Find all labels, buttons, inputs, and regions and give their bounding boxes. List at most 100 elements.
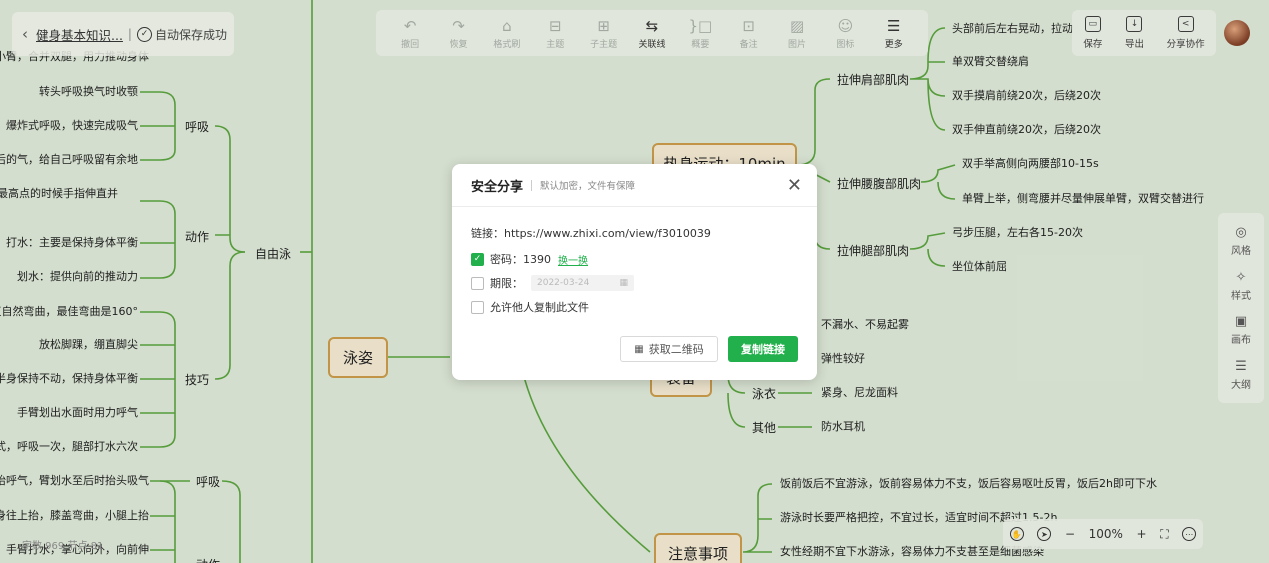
topic-icon: ⊟	[548, 16, 562, 35]
branch-node[interactable]: 拉伸肩部肌肉	[837, 71, 909, 88]
share-button[interactable]: < 分享协作	[1167, 16, 1205, 50]
side-label: 画布	[1231, 335, 1251, 347]
toolbar-label: 子主题	[590, 39, 618, 50]
mindmap-node[interactable]: 坐位体前屈	[952, 260, 1007, 274]
export-button[interactable]: ↓ 导出	[1125, 16, 1144, 50]
mindmap-node[interactable]: 单臂上举，侧弯腰并尽量伸展单臂，双臂交替进行	[962, 192, 1204, 206]
style-theme-button[interactable]: ◎ 风格	[1231, 225, 1251, 257]
format-brush-button[interactable]: ⌂ 格式刷	[485, 17, 529, 50]
style-button[interactable]: ✧ 样式	[1231, 270, 1251, 302]
image-button[interactable]: ▨ 图片	[775, 17, 819, 50]
allow-copy-label: 允许他人复制此文件	[490, 301, 589, 314]
allow-copy-row: 允许他人复制此文件	[471, 299, 589, 315]
emoji-icon: ☺	[837, 16, 854, 35]
avatar[interactable]	[1224, 20, 1250, 46]
toolbar-label: 导出	[1124, 39, 1144, 50]
header-divider	[531, 179, 533, 191]
toolbar-label: 撤回	[401, 39, 420, 50]
get-qrcode-button[interactable]: ▦ 获取二维码	[620, 336, 718, 362]
mindmap-node[interactable]: 后的气，给自己呼吸留有余地	[0, 153, 138, 167]
branch-node[interactable]: 拉伸腰腹部肌肉	[837, 175, 921, 192]
mindmap-node[interactable]: 紧身、尼龙面料	[821, 386, 898, 400]
export-icon: ↓	[1126, 16, 1143, 32]
mindmap-node[interactable]: 弓步压腿，左右各15-20次	[952, 226, 1083, 240]
mindmap-node[interactable]: 双手摸肩前绕20次，后绕20次	[952, 89, 1101, 103]
mindmap-node[interactable]: 划水：提供向前的推动力	[17, 270, 138, 284]
branch-node[interactable]: 其他	[752, 419, 776, 436]
allow-copy-checkbox[interactable]	[471, 300, 484, 314]
swap-password-link[interactable]: 换一换	[558, 252, 588, 267]
chevron-left-icon[interactable]: ‹	[22, 25, 28, 43]
mindmap-node[interactable]: 直自然弯曲，最佳弯曲是160°	[0, 305, 138, 319]
toolbar-label: 备注	[739, 39, 758, 50]
mindmap-node[interactable]: 半身保持不动，保持身体平衡	[0, 372, 138, 386]
hand-icon[interactable]: ✋	[1009, 527, 1024, 541]
mindmap-node[interactable]: 单双臂交替绕肩	[952, 55, 1029, 69]
mindmap-node[interactable]: 弹性较好	[821, 352, 865, 366]
main-toolbar: ↶ 撤回 ↷ 恢复 ⌂ 格式刷 ⊟ 主题 ⊞ 子主题 ⇆ 关联线 }□ 概要 ⊡ 备注 ▨ 图片 …	[376, 10, 928, 56]
topic-notes[interactable]: 注意事项	[654, 533, 742, 563]
summary-icon: }□	[688, 16, 713, 35]
dialog-header: 安全分享 默认加密，文件有保障 ✕	[452, 164, 817, 207]
close-icon[interactable]: ✕	[787, 175, 802, 196]
more-button[interactable]: ☰ 更多	[872, 17, 916, 50]
branch-node-freestyle[interactable]: 自由泳	[255, 245, 291, 262]
topic-button[interactable]: ⊟ 主题	[533, 17, 577, 50]
zoom-in-button[interactable]: +	[1137, 527, 1147, 541]
branch-node[interactable]: 技巧	[185, 371, 209, 388]
canvas-button[interactable]: ▣ 画布	[1231, 314, 1251, 346]
topic-posture[interactable]: 泳姿	[328, 337, 388, 378]
share-dialog: 安全分享 默认加密，文件有保障 ✕ 链接：https://www.zhixi.c…	[452, 164, 817, 380]
toolbar-label: 图片	[788, 39, 807, 50]
branch-node[interactable]: 呼吸	[196, 473, 220, 490]
mindmap-node[interactable]: 防水耳机	[821, 420, 865, 434]
mindmap-node[interactable]: 手臂划出水面时用力呼气	[17, 406, 138, 420]
branch-node[interactable]: 呼吸	[185, 118, 209, 135]
outline-button[interactable]: ☰ 大纲	[1231, 359, 1251, 391]
redo-icon: ↷	[452, 16, 465, 35]
expiry-date-input[interactable]: 2022-03-24 ▦	[531, 275, 634, 291]
password-checkbox[interactable]: ✓	[471, 252, 484, 266]
branch-node[interactable]: 泳衣	[752, 385, 776, 402]
locate-icon[interactable]: ➤	[1037, 527, 1052, 541]
mindmap-node[interactable]: 身往上抬，膝盖弯曲，小腿上抬	[0, 509, 149, 523]
zoom-out-button[interactable]: −	[1065, 527, 1075, 541]
more-options-icon[interactable]: ⋯	[1182, 527, 1197, 541]
summary-button[interactable]: }□ 概要	[678, 17, 722, 50]
dialog-subtitle: 默认加密，文件有保障	[540, 181, 636, 192]
title-separator: |	[127, 27, 132, 41]
expiry-checkbox[interactable]	[471, 276, 484, 290]
mindmap-node[interactable]: 爆炸式呼吸，快速完成吸气	[6, 119, 138, 133]
mindmap-node[interactable]: 打水：主要是保持身体平衡	[6, 236, 138, 250]
mindmap-node[interactable]: 双手举高侧向两腰部10-15s	[962, 157, 1099, 171]
calendar-icon: ▦	[619, 278, 628, 288]
branch-node[interactable]: 动作	[196, 556, 220, 563]
mindmap-node[interactable]: 头部前后左右晃动，拉动	[952, 22, 1073, 36]
branch-node[interactable]: 动作	[185, 228, 209, 245]
branch-node[interactable]: 拉伸腿部肌肉	[837, 242, 909, 259]
undo-button[interactable]: ↶ 撤回	[388, 17, 432, 50]
doc-title[interactable]: 健身基本知识...	[36, 25, 123, 44]
mindmap-node[interactable]: 饭前饭后不宜游泳，饭前容易体力不支，饭后容易呕吐反胃，饭后2h即可下水	[780, 477, 1157, 491]
expiry-date: 2022-03-24	[537, 278, 590, 288]
relation-button[interactable]: ⇆ 关联线	[630, 17, 674, 50]
mindmap-node[interactable]: 最高点的时候手指伸直并	[0, 187, 118, 201]
mindmap-node[interactable]: 放松脚踝，绷直脚尖	[39, 338, 138, 352]
mindmap-node[interactable]: 抬呼气，臂划水至后时抬头吸气	[0, 474, 149, 488]
fit-screen-icon[interactable]: ⛶	[1160, 527, 1168, 542]
redo-button[interactable]: ↷ 恢复	[437, 17, 481, 50]
save-status: 自动保存成功	[154, 27, 227, 42]
mindmap-node[interactable]: 式，呼吸一次，腿部打水六次	[0, 440, 138, 454]
save-button[interactable]: ▭ 保存	[1083, 16, 1102, 50]
emoji-button[interactable]: ☺ 图标	[823, 17, 867, 50]
copy-link-button[interactable]: 复制链接	[728, 336, 798, 362]
mindmap-node[interactable]: 双手伸直前绕20次，后绕20次	[952, 123, 1101, 137]
mindmap-node[interactable]: 转头呼吸换气时收颚	[39, 85, 138, 99]
side-label: 大纲	[1231, 379, 1251, 391]
note-button[interactable]: ⊡ 备注	[727, 17, 771, 50]
zoom-level: 100%	[1088, 527, 1123, 541]
right-toolbar: ▭ 保存 ↓ 导出 < 分享协作	[1072, 10, 1216, 56]
mindmap-node[interactable]: 不漏水、不易起雾	[821, 318, 909, 332]
share-link[interactable]: 链接：https://www.zhixi.com/view/f3010039	[471, 225, 711, 241]
subtopic-button[interactable]: ⊞ 子主题	[582, 17, 626, 50]
